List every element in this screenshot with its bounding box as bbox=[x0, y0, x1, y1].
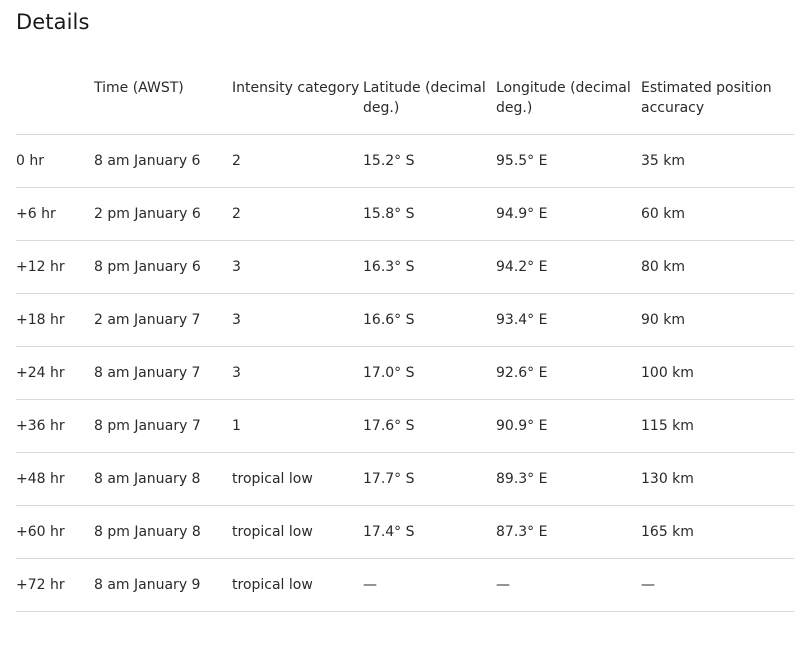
cell-time: 8 pm January 7 bbox=[94, 399, 232, 453]
cell-latitude: 17.6° S bbox=[363, 399, 496, 453]
cell-longitude: 94.9° E bbox=[496, 187, 641, 241]
cell-accuracy: 130 km bbox=[641, 452, 794, 506]
cell-time: 8 am January 9 bbox=[94, 558, 232, 612]
cell-intensity: 2 bbox=[232, 134, 363, 188]
cell-offset: +72 hr bbox=[16, 558, 94, 612]
cell-offset: +24 hr bbox=[16, 346, 94, 400]
cell-longitude: 94.2° E bbox=[496, 240, 641, 294]
cell-offset: +48 hr bbox=[16, 452, 94, 506]
header-accuracy: Estimated position accuracy bbox=[641, 74, 794, 135]
header-time: Time (AWST) bbox=[94, 74, 232, 135]
header-longitude: Longitude (decimal deg.) bbox=[496, 74, 641, 135]
table-row: +24 hr 8 am January 7 3 17.0° S 92.6° E 100 k… bbox=[16, 346, 794, 400]
table-body: 0 hr 8 am January 6 2 15.2° S 95.5° E 35 km +6… bbox=[16, 134, 794, 612]
cell-intensity: 1 bbox=[232, 399, 363, 453]
table-header: Time (AWST) Intensity category Latitude … bbox=[16, 74, 794, 135]
cell-intensity: 3 bbox=[232, 346, 363, 400]
cell-accuracy: 60 km bbox=[641, 187, 794, 241]
cell-time: 8 am January 6 bbox=[94, 134, 232, 188]
cell-offset: +18 hr bbox=[16, 293, 94, 347]
cell-longitude: 90.9° E bbox=[496, 399, 641, 453]
cell-longitude: 87.3° E bbox=[496, 505, 641, 559]
cell-accuracy: 80 km bbox=[641, 240, 794, 294]
cell-time: 2 pm January 6 bbox=[94, 187, 232, 241]
cell-accuracy: 115 km bbox=[641, 399, 794, 453]
cell-latitude: — bbox=[363, 558, 496, 612]
cell-longitude: 93.4° E bbox=[496, 293, 641, 347]
cell-time: 8 pm January 8 bbox=[94, 505, 232, 559]
cell-time: 2 am January 7 bbox=[94, 293, 232, 347]
cell-accuracy: 165 km bbox=[641, 505, 794, 559]
cell-intensity: 3 bbox=[232, 293, 363, 347]
cell-longitude: 92.6° E bbox=[496, 346, 641, 400]
cell-time: 8 pm January 6 bbox=[94, 240, 232, 294]
cell-accuracy: 100 km bbox=[641, 346, 794, 400]
cell-latitude: 16.3° S bbox=[363, 240, 496, 294]
cell-offset: 0 hr bbox=[16, 134, 94, 188]
cell-intensity: tropical low bbox=[232, 452, 363, 506]
cell-longitude: 89.3° E bbox=[496, 452, 641, 506]
cell-longitude: 95.5° E bbox=[496, 134, 641, 188]
table-row: 0 hr 8 am January 6 2 15.2° S 95.5° E 35 km bbox=[16, 134, 794, 188]
cell-intensity: 3 bbox=[232, 240, 363, 294]
cell-intensity: 2 bbox=[232, 187, 363, 241]
cell-latitude: 17.0° S bbox=[363, 346, 496, 400]
table-row: +12 hr 8 pm January 6 3 16.3° S 94.2° E 80 km bbox=[16, 240, 794, 294]
cell-time: 8 am January 8 bbox=[94, 452, 232, 506]
cell-offset: +36 hr bbox=[16, 399, 94, 453]
cell-accuracy: — bbox=[641, 558, 794, 612]
table-row: +18 hr 2 am January 7 3 16.6° S 93.4° E 90 km bbox=[16, 293, 794, 347]
cell-offset: +12 hr bbox=[16, 240, 94, 294]
cell-latitude: 15.2° S bbox=[363, 134, 496, 188]
table-row: +72 hr 8 am January 9 tropical low — — — bbox=[16, 558, 794, 612]
cell-offset: +60 hr bbox=[16, 505, 94, 559]
cell-latitude: 17.4° S bbox=[363, 505, 496, 559]
table-row: +48 hr 8 am January 8 tropical low 17.7° S8… bbox=[16, 452, 794, 506]
header-latitude: Latitude (decimal deg.) bbox=[363, 74, 496, 135]
table-row: +36 hr 8 pm January 7 1 17.6° S 90.9° E 115 k… bbox=[16, 399, 794, 453]
section-title: Details bbox=[16, 10, 90, 34]
header-intensity: Intensity category bbox=[232, 74, 363, 135]
table-row: +6 hr 2 pm January 6 2 15.8° S 94.9° E 60 km bbox=[16, 187, 794, 241]
cell-latitude: 16.6° S bbox=[363, 293, 496, 347]
cell-intensity: tropical low bbox=[232, 558, 363, 612]
cell-intensity: tropical low bbox=[232, 505, 363, 559]
cell-time: 8 am January 7 bbox=[94, 346, 232, 400]
header-offset bbox=[16, 74, 94, 135]
cell-offset: +6 hr bbox=[16, 187, 94, 241]
table-row: +60 hr 8 pm January 8 tropical low 17.4° S8… bbox=[16, 505, 794, 559]
cell-latitude: 17.7° S bbox=[363, 452, 496, 506]
forecast-details-table: Time (AWST) Intensity category Latitude … bbox=[16, 74, 794, 612]
cell-accuracy: 35 km bbox=[641, 134, 794, 188]
header-row: Time (AWST) Intensity category Latitude … bbox=[16, 74, 794, 135]
cell-latitude: 15.8° S bbox=[363, 187, 496, 241]
cell-longitude: — bbox=[496, 558, 641, 612]
cell-accuracy: 90 km bbox=[641, 293, 794, 347]
